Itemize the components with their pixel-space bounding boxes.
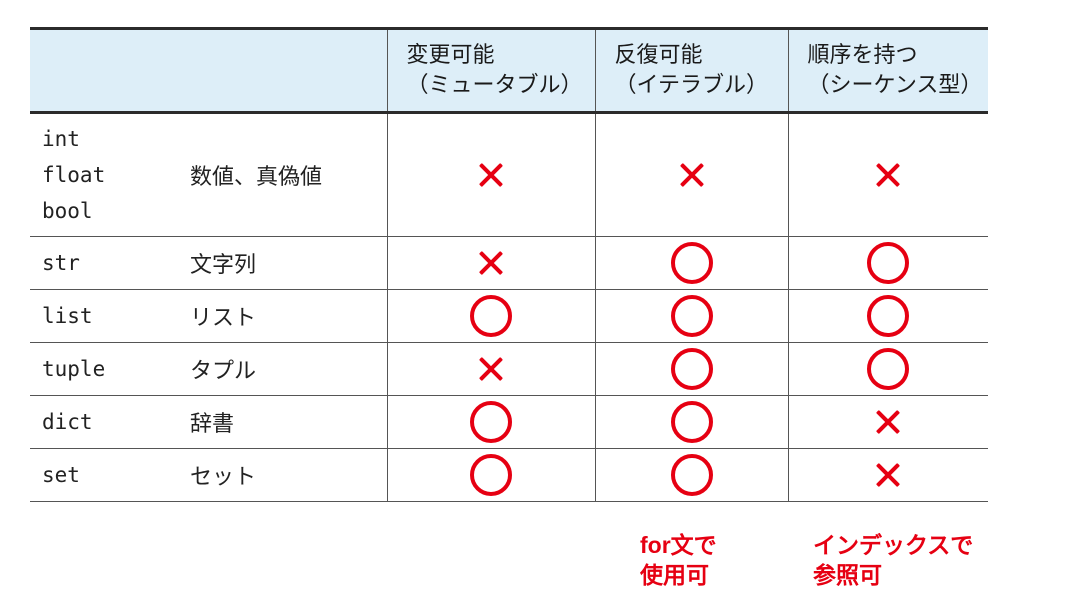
sequence-cell — [787, 342, 988, 396]
iterable-mark circle-icon — [670, 242, 713, 284]
type-name: float — [42, 163, 106, 187]
sequence-cell — [787, 448, 988, 502]
table-header: 変更可能 （ミュータブル） 反復可能 （イテラブル） 順序を持つ （シーケンス型… — [30, 27, 988, 114]
header-blank-desc — [180, 27, 387, 114]
sequence-mark circle-icon — [867, 348, 910, 390]
iterable-cell — [594, 448, 788, 502]
iterable-mark circle-icon — [670, 348, 713, 390]
header-iterable: 反復可能 （イテラブル） — [594, 27, 788, 114]
header-sequence-line1: 順序を持つ — [807, 42, 918, 68]
desc-cell: 文字列 — [180, 236, 387, 290]
mutable-mark circle-icon — [470, 401, 512, 443]
type-cell: str — [30, 236, 180, 290]
type-cell: tuple — [30, 342, 180, 396]
table-row: dict 辞書 — [30, 395, 988, 449]
header-sequence-line2: （シーケンス型） — [807, 72, 983, 98]
iterable-mark circle-icon — [670, 401, 713, 443]
type-name: bool — [42, 199, 93, 223]
mutable-cell — [386, 448, 595, 502]
sequence-cell — [787, 112, 988, 237]
header-sequence: 順序を持つ （シーケンス型） — [787, 27, 988, 114]
mutable-cell — [386, 395, 595, 449]
iterable-note-line2: 使用可 — [640, 562, 709, 588]
sequence-note-line2: 参照可 — [813, 562, 882, 588]
desc-cell: セット — [180, 448, 387, 502]
table-row: tuple タプル — [30, 342, 988, 396]
table-row: list リスト — [30, 289, 988, 343]
sequence-mark cross-icon — [875, 462, 901, 488]
type-cell: list — [30, 289, 180, 343]
iterable-cell — [594, 342, 788, 396]
mutable-cell — [386, 342, 595, 396]
iterable-cell — [594, 289, 788, 343]
mutable-mark cross-icon — [478, 162, 504, 188]
iterable-cell — [594, 112, 788, 237]
desc-cell: リスト — [180, 289, 387, 343]
mutable-cell — [386, 236, 595, 290]
iterable-mark circle-icon — [670, 295, 713, 337]
header-iterable-line2: （イテラブル） — [614, 72, 769, 98]
type-cell: int float bool — [30, 112, 180, 237]
mutable-cell — [386, 289, 595, 343]
mutable-mark cross-icon — [478, 356, 504, 382]
iterable-mark cross-icon — [679, 162, 705, 188]
sequence-note-line1: インデックスで — [813, 532, 974, 558]
header-mutable: 変更可能 （ミュータブル） — [386, 27, 595, 114]
iterable-cell — [594, 395, 788, 449]
sequence-mark cross-icon — [875, 409, 901, 435]
type-name: str — [42, 251, 80, 275]
table-row: int float bool 数値、真偽値 — [30, 112, 988, 237]
header-blank-type — [30, 27, 180, 114]
type-name: set — [42, 463, 80, 487]
type-name: dict — [42, 410, 93, 434]
iterable-cell — [594, 236, 788, 290]
type-cell: dict — [30, 395, 180, 449]
iterable-mark circle-icon — [670, 454, 713, 496]
sequence-cell — [787, 236, 988, 290]
header-mutable-line1: 変更可能 — [406, 42, 495, 68]
sequence-mark cross-icon — [875, 162, 901, 188]
type-name: list — [42, 304, 93, 328]
type-comparison-table: 変更可能 （ミュータブル） 反復可能 （イテラブル） 順序を持つ （シーケンス型… — [30, 27, 988, 502]
sequence-cell — [787, 395, 988, 449]
sequence-cell — [787, 289, 988, 343]
sequence-mark circle-icon — [867, 242, 910, 284]
mutable-mark cross-icon — [478, 250, 504, 276]
mutable-mark circle-icon — [470, 295, 512, 337]
type-cell: set — [30, 448, 180, 502]
mutable-mark circle-icon — [470, 454, 512, 496]
sequence-note: インデックスで 参照可 — [813, 530, 973, 590]
desc-cell: タプル — [180, 342, 387, 396]
sequence-mark circle-icon — [867, 295, 910, 337]
header-iterable-line1: 反復可能 — [614, 42, 703, 68]
mutable-cell — [386, 112, 595, 237]
table-row: set セット — [30, 448, 988, 502]
desc-cell: 数値、真偽値 — [180, 112, 387, 237]
type-name: int — [42, 127, 80, 151]
header-mutable-line2: （ミュータブル） — [406, 72, 583, 98]
table-row: str 文字列 — [30, 236, 988, 290]
type-name: tuple — [42, 357, 106, 381]
iterable-note-line1: for文で — [640, 532, 717, 558]
table-body: int float bool 数値、真偽値 str 文字列 list リスト t… — [30, 112, 988, 502]
desc-cell: 辞書 — [180, 395, 387, 449]
iterable-note: for文で 使用可 — [640, 530, 717, 590]
